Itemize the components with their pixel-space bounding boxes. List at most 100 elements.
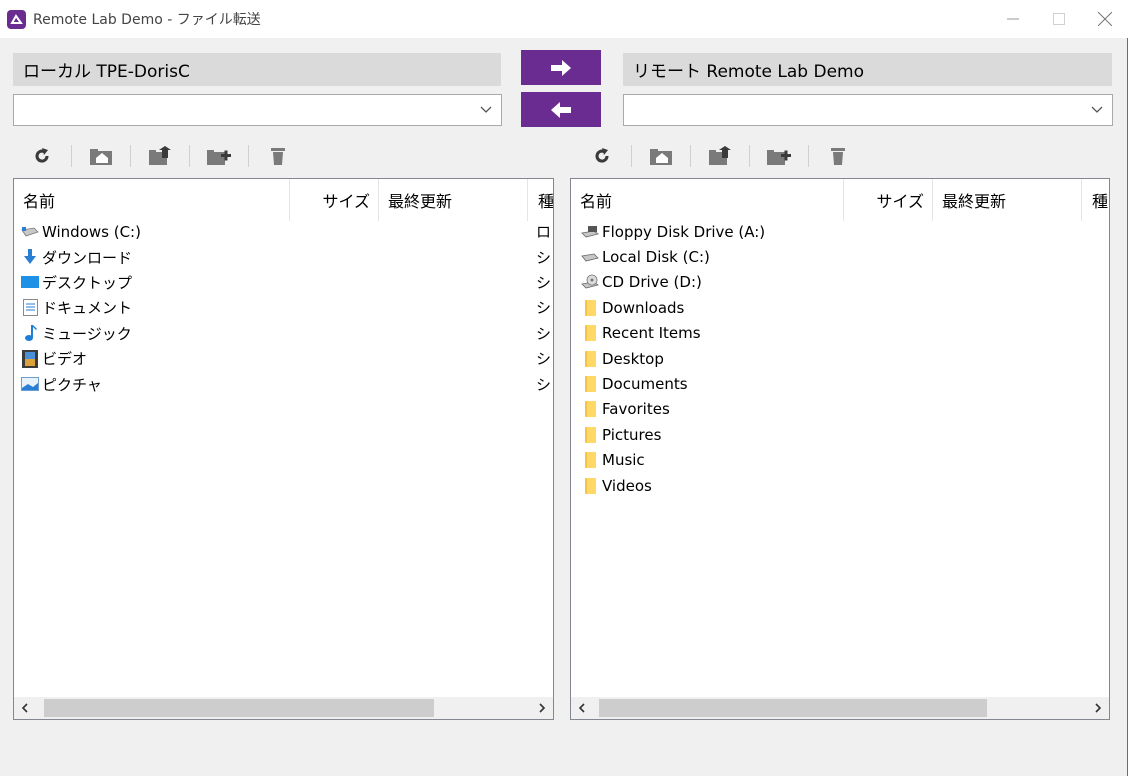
list-item[interactable]: Pictures — [581, 422, 765, 447]
list-item[interactable]: ビデオ — [21, 346, 141, 371]
chevron-right-icon — [539, 703, 546, 713]
download-icon — [21, 248, 39, 266]
local-horizontal-scrollbar[interactable] — [14, 697, 553, 719]
toolbar-divider — [189, 145, 190, 167]
local-refresh-button[interactable] — [27, 141, 57, 171]
type-cell: ロ — [536, 223, 552, 242]
transfer-to-remote-button[interactable] — [521, 50, 601, 85]
remote-file-list[interactable]: 名前 サイズ 最終更新 種 Floppy Disk Drive (A:) Loc… — [570, 178, 1110, 720]
folder-icon — [581, 400, 599, 418]
list-item[interactable]: ドキュメント — [21, 295, 141, 320]
local-file-list[interactable]: 名前 サイズ 最終更新 種 Windows (C:) ダウンロード デスクトップ… — [13, 178, 554, 720]
list-item[interactable]: Desktop — [581, 346, 765, 371]
scroll-right-button[interactable] — [531, 697, 553, 719]
delete-icon — [831, 148, 845, 165]
chevron-left-icon — [578, 703, 585, 713]
remote-path-combo[interactable] — [623, 94, 1113, 126]
list-item[interactable]: Local Disk (C:) — [581, 244, 765, 269]
local-col-modified[interactable]: 最終更新 — [379, 179, 527, 221]
drive-icon — [21, 223, 39, 241]
local-col-size[interactable]: サイズ — [290, 179, 378, 221]
remote-col-name[interactable]: 名前 — [571, 179, 843, 221]
toolbar-divider — [690, 145, 691, 167]
list-item[interactable]: ミュージック — [21, 321, 141, 346]
local-col-name[interactable]: 名前 — [14, 179, 289, 221]
scroll-thumb[interactable] — [44, 699, 434, 717]
type-cell: シ — [536, 299, 552, 318]
home-icon — [650, 149, 672, 165]
arrow-left-icon — [551, 101, 571, 118]
folder-icon — [581, 477, 599, 495]
type-cell: シ — [536, 350, 552, 369]
remote-parent-folder-button[interactable] — [705, 141, 735, 171]
remote-horizontal-scrollbar[interactable] — [571, 697, 1109, 719]
scroll-left-button[interactable] — [571, 697, 593, 719]
list-item[interactable]: Windows (C:) — [21, 219, 141, 244]
parent-folder-icon — [149, 146, 171, 165]
chevron-down-icon — [1091, 106, 1103, 113]
list-item[interactable]: CD Drive (D:) — [581, 270, 765, 295]
local-path-combo[interactable] — [13, 94, 502, 126]
local-home-button[interactable] — [86, 141, 116, 171]
local-type-column: ロ シ シ シ シ シ シ — [536, 219, 551, 397]
list-item[interactable]: Videos — [581, 473, 765, 498]
local-delete-button[interactable] — [263, 141, 293, 171]
list-item[interactable]: ピクチャ — [21, 371, 141, 396]
toolbar-divider — [749, 145, 750, 167]
list-item[interactable]: Music — [581, 448, 765, 473]
remote-header-label: リモート Remote Lab Demo — [633, 62, 864, 82]
remote-toolbar — [587, 141, 853, 171]
remote-col-size[interactable]: サイズ — [844, 179, 932, 221]
window-title: Remote Lab Demo - ファイル転送 — [33, 12, 261, 28]
documents-icon — [21, 299, 39, 317]
list-item[interactable]: Downloads — [581, 295, 765, 320]
remote-refresh-button[interactable] — [587, 141, 617, 171]
toolbar-divider — [130, 145, 131, 167]
remote-new-folder-button[interactable] — [764, 141, 794, 171]
toolbar-divider — [808, 145, 809, 167]
type-cell: シ — [536, 324, 552, 343]
close-button[interactable] — [1082, 0, 1128, 38]
folder-icon — [581, 375, 599, 393]
list-item[interactable]: Recent Items — [581, 321, 765, 346]
remote-delete-button[interactable] — [823, 141, 853, 171]
list-item[interactable]: Floppy Disk Drive (A:) — [581, 219, 765, 244]
transfer-to-local-button[interactable] — [521, 92, 601, 127]
toolbar-divider — [631, 145, 632, 167]
cd-icon — [581, 273, 599, 291]
chevron-left-icon — [21, 703, 28, 713]
refresh-icon — [35, 148, 49, 163]
video-icon — [21, 349, 39, 368]
scroll-left-button[interactable] — [14, 697, 36, 719]
desktop-icon — [21, 273, 39, 291]
delete-icon — [271, 148, 285, 165]
remote-col-type[interactable]: 種 — [1082, 179, 1109, 221]
folder-icon — [581, 426, 599, 444]
scroll-right-button[interactable] — [1087, 697, 1109, 719]
toolbar-divider — [248, 145, 249, 167]
local-parent-folder-button[interactable] — [145, 141, 175, 171]
local-header: ローカル TPE-DorisC — [13, 53, 501, 86]
list-item[interactable]: デスクトップ — [21, 270, 141, 295]
remote-col-modified[interactable]: 最終更新 — [933, 179, 1081, 221]
home-icon — [90, 149, 112, 165]
title-bar: Remote Lab Demo - ファイル転送 — [0, 0, 1128, 38]
remote-home-button[interactable] — [646, 141, 676, 171]
remote-rows: Floppy Disk Drive (A:) Local Disk (C:) C… — [581, 219, 765, 498]
local-col-type[interactable]: 種 — [528, 179, 553, 221]
folder-icon — [581, 350, 599, 368]
app-logo-icon — [7, 9, 26, 29]
floppy-icon — [581, 223, 599, 241]
refresh-icon — [595, 148, 609, 163]
chevron-down-icon — [480, 106, 492, 113]
list-item[interactable]: Documents — [581, 371, 765, 396]
maximize-button[interactable] — [1036, 0, 1082, 38]
list-item[interactable]: Favorites — [581, 397, 765, 422]
local-new-folder-button[interactable] — [204, 141, 234, 171]
list-item[interactable]: ダウンロード — [21, 244, 141, 269]
type-cell: シ — [536, 375, 552, 394]
folder-icon — [581, 451, 599, 469]
parent-folder-icon — [709, 146, 731, 165]
minimize-button[interactable] — [990, 0, 1036, 38]
scroll-thumb[interactable] — [599, 699, 987, 717]
